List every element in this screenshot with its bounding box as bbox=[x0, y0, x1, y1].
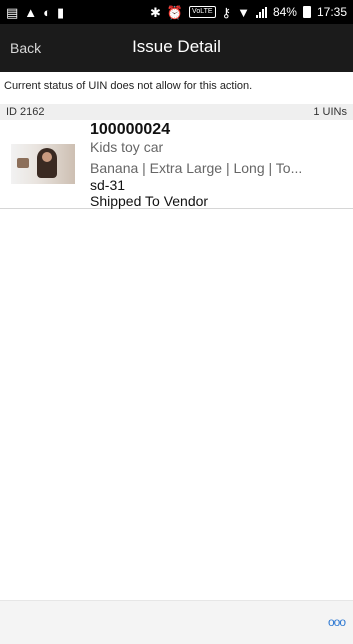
alarm-icon: ⏰ bbox=[166, 4, 184, 20]
signal-icon bbox=[255, 6, 267, 18]
product-attributes: Banana | Extra Large | Long | To... bbox=[90, 160, 303, 176]
warning-icon: ▲ bbox=[24, 4, 38, 20]
issue-info-row: ID 2162 1 UINs bbox=[0, 104, 353, 120]
product-thumbnail bbox=[11, 144, 75, 184]
status-bar-right: ✱ ⏰ VoLTE ⚷ ▼ 84% 17:35 bbox=[150, 5, 347, 19]
issue-id: ID 2162 bbox=[6, 106, 45, 118]
circle-icon: ◐ bbox=[43, 4, 52, 20]
page-title: Issue Detail bbox=[132, 37, 221, 56]
bottom-bar: ooo bbox=[0, 600, 353, 644]
item-details: 100000024 Kids toy car Banana | Extra La… bbox=[90, 121, 348, 209]
item-code: sd-31 bbox=[90, 177, 126, 193]
app-header: Back Issue Detail bbox=[0, 24, 353, 72]
status-bar-left: ▤ ▲ ◐ ▮ bbox=[6, 6, 64, 19]
status-bar: ▤ ▲ ◐ ▮ ✱ ⏰ VoLTE ⚷ ▼ 84% 17:35 bbox=[0, 0, 353, 24]
key-icon: ⚷ bbox=[221, 4, 232, 20]
uin-number: 100000024 bbox=[90, 121, 171, 138]
wifi-icon: ▼ bbox=[237, 4, 250, 20]
volte-icon: VoLTE bbox=[189, 6, 216, 18]
more-options-button[interactable]: ooo bbox=[328, 615, 346, 629]
battery-percent: 84% bbox=[272, 5, 297, 19]
status-message: Current status of UIN does not allow for… bbox=[4, 80, 253, 92]
item-status: Shipped To Vendor bbox=[90, 193, 209, 209]
uin-count: 1 UINs bbox=[313, 106, 347, 118]
clock: 17:35 bbox=[316, 5, 347, 19]
uin-list-item[interactable]: 100000024 Kids toy car Banana | Extra La… bbox=[0, 121, 353, 209]
battery-icon bbox=[302, 6, 311, 18]
message-icon: ▤ bbox=[6, 4, 19, 20]
notification-icon: ▮ bbox=[57, 4, 65, 20]
product-image-face bbox=[42, 152, 52, 162]
product-image-item bbox=[17, 158, 29, 168]
bluetooth-icon: ✱ bbox=[149, 4, 161, 20]
product-name: Kids toy car bbox=[90, 139, 164, 155]
